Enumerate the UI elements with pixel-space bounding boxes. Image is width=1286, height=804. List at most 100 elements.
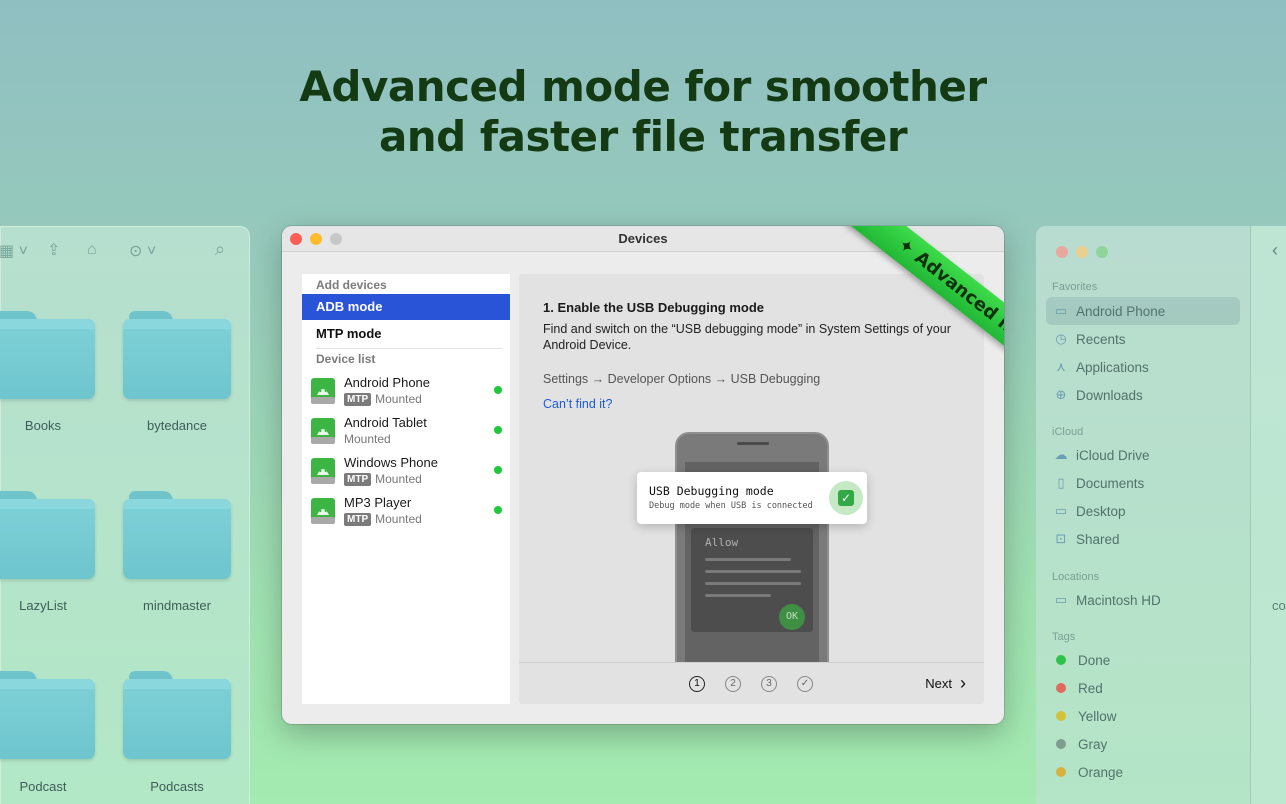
device-name: Android Tablet bbox=[344, 415, 427, 430]
sidebar-item-documents[interactable]: ▯ Documents bbox=[1046, 469, 1240, 497]
hard-drive-icon: ▭ bbox=[1054, 592, 1068, 607]
next-button[interactable]: Next › bbox=[925, 673, 966, 693]
sidebar-item-downloads[interactable]: ⊕ Downloads bbox=[1046, 381, 1240, 409]
device-status: Mounted bbox=[344, 432, 391, 446]
view-options-icon[interactable]: ▦ ˅ bbox=[0, 241, 28, 261]
tag-color-dot bbox=[1056, 683, 1066, 693]
sidebar-item-applications[interactable]: ⋏ Applications bbox=[1046, 353, 1240, 381]
sidebar-divider bbox=[1250, 226, 1251, 804]
step-indicator-done[interactable]: ✓ bbox=[797, 676, 813, 692]
android-drive-icon bbox=[311, 498, 335, 524]
sidebar-item-mtp-mode[interactable]: MTP mode bbox=[302, 321, 510, 347]
instructions-panel: 1. Enable the USB Debugging mode Find an… bbox=[519, 274, 984, 704]
sidebar-item-desktop[interactable]: ▭ Desktop bbox=[1046, 497, 1240, 525]
sidebar-item-android-phone[interactable]: ▭ Android Phone bbox=[1046, 297, 1240, 325]
window-title: Devices bbox=[618, 231, 668, 246]
drive-icon: ▭ bbox=[1054, 303, 1068, 318]
folder-label[interactable]: Podcast bbox=[0, 779, 113, 794]
ok-button: OK bbox=[779, 604, 805, 630]
title-bar: Devices bbox=[282, 226, 1004, 252]
folder-label[interactable]: mindmaster bbox=[107, 598, 247, 613]
folder-label-partial[interactable]: co bbox=[1272, 598, 1286, 613]
shared-folder-icon: ⊡ bbox=[1055, 531, 1067, 546]
download-icon: ⊕ bbox=[1055, 387, 1067, 402]
share-icon[interactable]: ⇪ bbox=[47, 240, 60, 260]
wizard-footer: 1 2 3 ✓ Next › bbox=[519, 662, 984, 704]
text-line bbox=[705, 570, 801, 573]
back-chevron-icon[interactable]: ‹ bbox=[1272, 240, 1278, 261]
folder-icon[interactable] bbox=[123, 311, 231, 401]
clock-icon: ◷ bbox=[1055, 331, 1067, 346]
chevron-right-icon: › bbox=[960, 673, 966, 693]
tags-header: Tags bbox=[1052, 631, 1076, 643]
folder-label[interactable]: Podcasts bbox=[107, 779, 247, 794]
tag-yellow[interactable]: Yellow bbox=[1046, 702, 1240, 730]
tag-color-dot bbox=[1056, 655, 1066, 665]
device-item-android-tablet[interactable]: Android Tablet Mounted bbox=[308, 414, 504, 452]
devices-window: Devices Add devices ADB mode MTP mode De… bbox=[282, 226, 1004, 724]
folder-icon[interactable] bbox=[123, 671, 231, 761]
step-indicator-3[interactable]: 3 bbox=[761, 676, 777, 692]
android-drive-icon bbox=[311, 378, 335, 404]
divider bbox=[316, 348, 502, 349]
finder-content-area bbox=[1251, 226, 1286, 804]
tag-orange[interactable]: Orange bbox=[1046, 758, 1240, 786]
device-name: Windows Phone bbox=[344, 455, 438, 470]
sidebar-item-shared[interactable]: ⊡ Shared bbox=[1046, 525, 1240, 553]
step-description: Find and switch on the “USB debugging mo… bbox=[543, 322, 951, 352]
connected-status-dot bbox=[494, 506, 502, 514]
sidebar-item-recents[interactable]: ◷ Recents bbox=[1046, 325, 1240, 353]
device-item-mp3-player[interactable]: MP3 Player MTP Mounted bbox=[308, 494, 504, 532]
device-name: Android Phone bbox=[344, 375, 431, 390]
tag-red[interactable]: Red bbox=[1046, 674, 1240, 702]
cloud-icon: ☁ bbox=[1054, 447, 1068, 462]
right-finder-window: ‹ co Favorites ▭ Android Phone ◷ Recents ⋏… bbox=[1036, 226, 1286, 804]
step-title: 1. Enable the USB Debugging mode bbox=[543, 300, 765, 315]
search-icon[interactable]: ⌕ bbox=[215, 239, 225, 260]
folder-icon[interactable] bbox=[0, 491, 95, 581]
connected-status-dot bbox=[494, 426, 502, 434]
left-finder-toolbar: ▦ ˅ ⇪ ⌂ ⊙ ˅ ⌕ bbox=[0, 239, 251, 263]
close-button[interactable] bbox=[1056, 246, 1068, 258]
mtp-badge: MTP bbox=[344, 472, 372, 486]
more-icon[interactable]: ⊙ ˅ bbox=[129, 241, 156, 261]
allow-label: Allow bbox=[705, 536, 739, 549]
applications-icon: ⋏ bbox=[1056, 359, 1066, 374]
icloud-header: iCloud bbox=[1052, 426, 1084, 438]
hero-heading: Advanced mode for smoother and faster fi… bbox=[0, 62, 1286, 162]
devices-sidebar: Add devices ADB mode MTP mode Device lis… bbox=[302, 274, 510, 704]
connected-status-dot bbox=[494, 466, 502, 474]
device-status: MTP Mounted bbox=[344, 392, 422, 406]
folder-label[interactable]: Books bbox=[0, 418, 113, 433]
folder-label[interactable]: bytedance bbox=[107, 418, 247, 433]
android-drive-icon bbox=[311, 458, 335, 484]
device-item-android-phone[interactable]: Android Phone MTP Mounted bbox=[308, 374, 504, 412]
sidebar-item-macintosh-hd[interactable]: ▭ Macintosh HD bbox=[1046, 586, 1240, 614]
sidebar-item-adb-mode[interactable]: ADB mode bbox=[302, 294, 510, 320]
step-indicator-2[interactable]: 2 bbox=[725, 676, 741, 692]
tag-gray[interactable]: Gray bbox=[1046, 730, 1240, 758]
text-line bbox=[705, 558, 791, 561]
device-status: MTP Mounted bbox=[344, 512, 422, 526]
tag-icon[interactable]: ⌂ bbox=[87, 241, 97, 259]
favorites-header: Favorites bbox=[1052, 281, 1098, 293]
desktop-icon: ▭ bbox=[1054, 503, 1068, 518]
tag-done[interactable]: Done bbox=[1046, 646, 1240, 674]
minimize-button[interactable] bbox=[1076, 246, 1088, 258]
device-item-windows-phone[interactable]: Windows Phone MTP Mounted bbox=[308, 454, 504, 492]
text-line bbox=[705, 582, 801, 585]
phone-illustration: Allow OK bbox=[675, 432, 829, 674]
folder-icon[interactable] bbox=[0, 311, 95, 401]
popup-subtitle: Debug mode when USB is connected bbox=[649, 501, 813, 511]
zoom-button[interactable] bbox=[1096, 246, 1108, 258]
document-icon: ▯ bbox=[1057, 475, 1065, 490]
cant-find-it-link[interactable]: Can’t find it? bbox=[543, 397, 612, 411]
sidebar-item-icloud-drive[interactable]: ☁ iCloud Drive bbox=[1046, 441, 1240, 469]
folder-icon[interactable] bbox=[0, 671, 95, 761]
step-indicator-1[interactable]: 1 bbox=[689, 676, 705, 692]
folder-label[interactable]: LazyList bbox=[0, 598, 113, 613]
device-status: MTP Mounted bbox=[344, 472, 422, 486]
device-list-header: Device list bbox=[316, 352, 376, 366]
settings-path: Settings → Developer Options → USB Debug… bbox=[543, 372, 821, 386]
folder-icon[interactable] bbox=[123, 491, 231, 581]
